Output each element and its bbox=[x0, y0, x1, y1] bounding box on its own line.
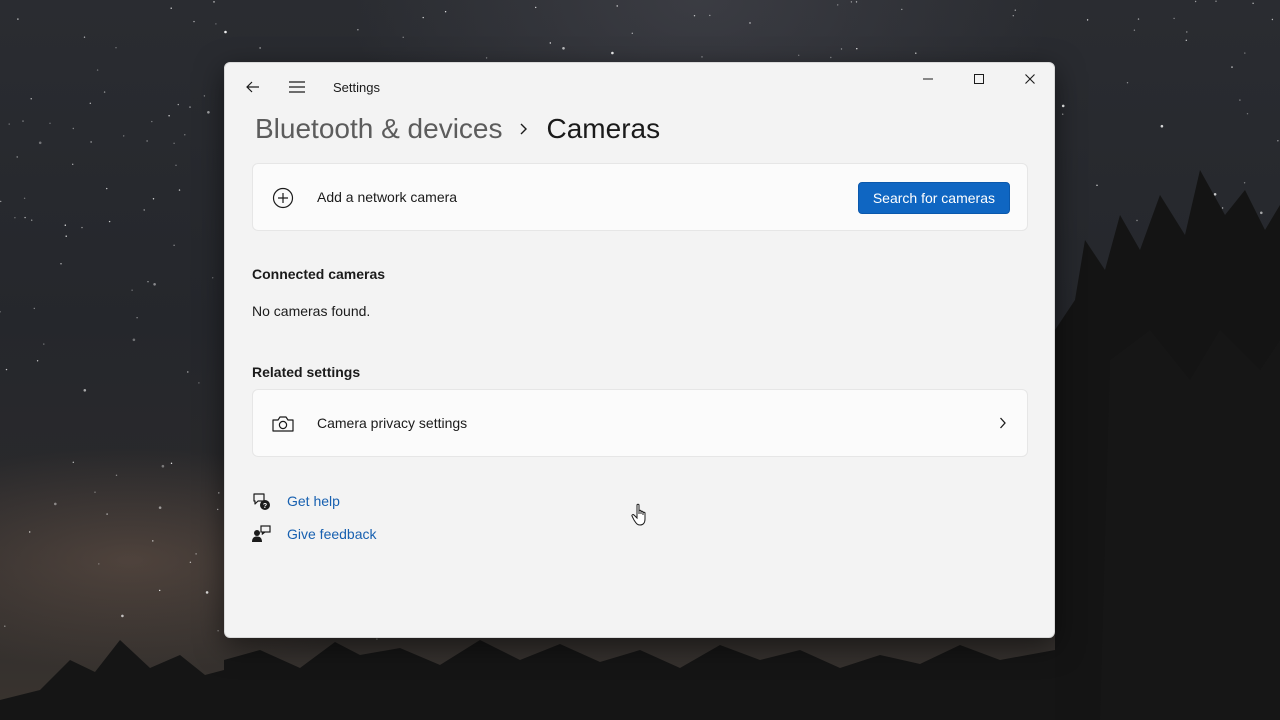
settings-window: Settings Bluetooth & devices Cameras Add… bbox=[224, 62, 1055, 638]
no-cameras-text: No cameras found. bbox=[252, 303, 371, 319]
minimize-icon bbox=[923, 78, 933, 80]
svg-text:?: ? bbox=[263, 503, 267, 510]
camera-privacy-settings-item[interactable]: Camera privacy settings bbox=[252, 389, 1028, 457]
feedback-icon bbox=[251, 524, 271, 544]
chevron-right-icon bbox=[999, 416, 1007, 435]
minimize-button[interactable] bbox=[904, 63, 952, 95]
connected-cameras-heading: Connected cameras bbox=[252, 266, 386, 282]
hand-cursor-icon bbox=[631, 503, 646, 526]
close-button[interactable] bbox=[1006, 63, 1054, 95]
back-arrow-icon bbox=[246, 81, 259, 93]
title-bar: Settings bbox=[225, 63, 1054, 111]
navigation-menu-button[interactable] bbox=[283, 75, 311, 99]
add-network-camera-label: Add a network camera bbox=[317, 189, 458, 205]
search-for-cameras-button[interactable]: Search for cameras bbox=[857, 182, 1010, 214]
hamburger-menu-icon bbox=[289, 81, 305, 93]
breadcrumb-parent-link[interactable]: Bluetooth & devices bbox=[255, 113, 503, 145]
back-button[interactable] bbox=[239, 75, 267, 99]
page-title: Cameras bbox=[546, 113, 661, 144]
breadcrumb: Bluetooth & devices Cameras bbox=[255, 109, 660, 149]
add-network-camera-card: Add a network camera Search for cameras bbox=[252, 163, 1028, 231]
camera-privacy-settings-label: Camera privacy settings bbox=[317, 415, 468, 431]
maximize-button[interactable] bbox=[955, 63, 1003, 95]
camera-icon bbox=[271, 412, 295, 436]
add-circle-icon bbox=[271, 186, 295, 210]
get-help-link[interactable]: Get help bbox=[287, 493, 340, 509]
window-title: Settings bbox=[333, 80, 380, 95]
give-feedback-link[interactable]: Give feedback bbox=[287, 526, 377, 542]
related-settings-heading: Related settings bbox=[252, 364, 361, 380]
help-chat-icon: ? bbox=[251, 491, 271, 511]
give-feedback-row: Give feedback bbox=[251, 524, 377, 544]
maximize-icon bbox=[974, 74, 984, 84]
close-icon bbox=[1025, 74, 1035, 84]
get-help-row: ? Get help bbox=[251, 491, 340, 511]
chevron-right-icon bbox=[519, 122, 529, 136]
